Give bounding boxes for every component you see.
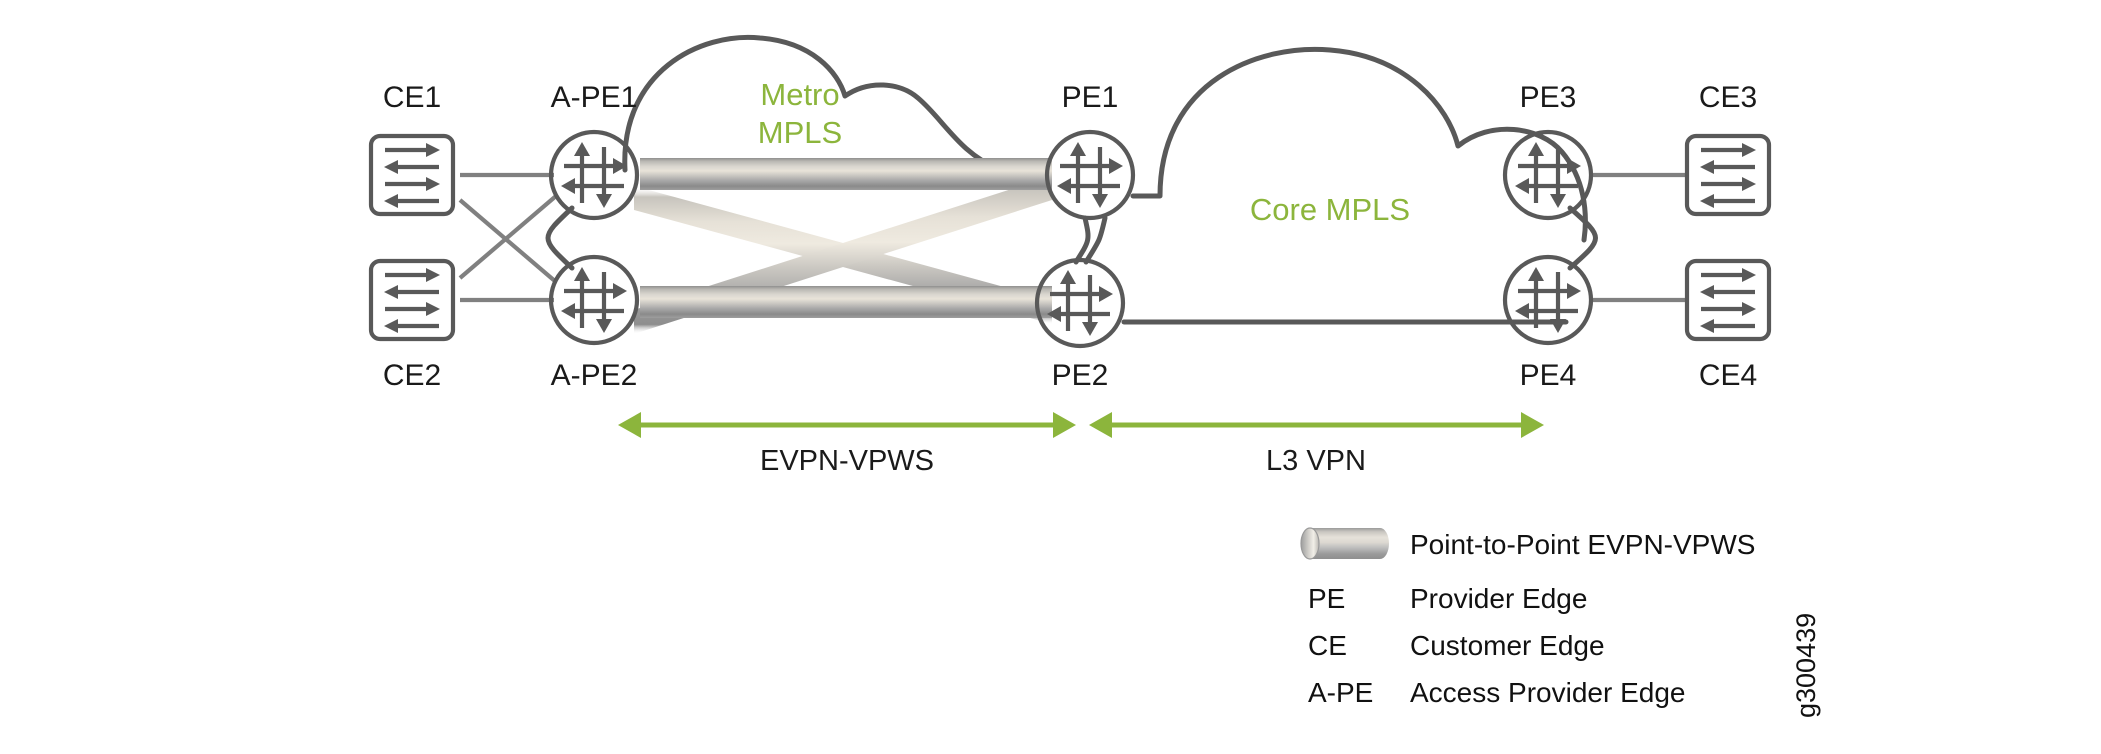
evpn-vpws-pipes	[634, 158, 1052, 334]
pipe-ape1-pe1	[640, 158, 1052, 190]
access-links	[458, 172, 558, 303]
node-pe1[interactable]: PE1	[1047, 81, 1133, 218]
pipe-ape2-pe2	[640, 286, 1052, 318]
metro-mpls-cloud: Metro MPLS	[622, 34, 1003, 173]
switch-icon	[371, 136, 453, 214]
link-pe1-pe2-left	[1073, 215, 1091, 265]
node-label-ce3: CE3	[1699, 81, 1757, 114]
node-ape2[interactable]: A-PE2	[551, 257, 638, 392]
span-label-evpn-vpws: EVPN-VPWS	[760, 445, 934, 477]
figure-id-watermark: g300439	[1791, 613, 1821, 718]
span-label-l3vpn: L3 VPN	[1266, 445, 1366, 477]
link-ce2-ape1	[458, 194, 558, 280]
node-label-ce4: CE4	[1699, 359, 1757, 392]
switch-icon	[1687, 136, 1769, 214]
router-icon	[551, 132, 637, 218]
diagram-canvas: Metro MPLS Core MPLS CE1 CE2 A-PE1 A-PE2…	[0, 0, 2101, 754]
node-ce3[interactable]: CE3	[1687, 81, 1769, 214]
span-evpn-vpws: EVPN-VPWS	[618, 412, 1076, 477]
network-topology-diagram: Metro MPLS Core MPLS CE1 CE2 A-PE1 A-PE2…	[0, 34, 1821, 718]
legend: Point-to-Point EVPN-VPWS PE Provider Edg…	[1300, 527, 1755, 708]
legend-item-pipe: Point-to-Point EVPN-VPWS	[1300, 527, 1755, 560]
legend-item-ce: CE Customer Edge	[1308, 630, 1605, 661]
node-ce4[interactable]: CE4	[1687, 261, 1769, 392]
node-label-pe3: PE3	[1520, 81, 1577, 114]
router-icon	[1505, 257, 1591, 343]
switch-icon	[1687, 261, 1769, 339]
switch-icon	[371, 261, 453, 339]
node-label-pe1: PE1	[1062, 81, 1119, 114]
pipe-cylinder-icon	[1300, 527, 1389, 560]
router-icon	[1047, 132, 1133, 218]
legend-desc-pipe: Point-to-Point EVPN-VPWS	[1410, 529, 1755, 560]
node-label-ce2: CE2	[383, 359, 441, 392]
link-ce1-ape2	[458, 198, 558, 284]
node-label-pe4: PE4	[1520, 359, 1577, 392]
node-ce2[interactable]: CE2	[371, 261, 453, 392]
span-arrowhead-left	[1089, 412, 1112, 438]
span-l3vpn: L3 VPN	[1089, 412, 1544, 477]
legend-abbr-pe: PE	[1308, 583, 1345, 614]
router-icon	[551, 257, 637, 343]
node-pe2[interactable]: PE2	[1037, 260, 1123, 392]
metro-cloud-label-line2: MPLS	[758, 115, 842, 150]
span-arrowhead-left	[618, 412, 641, 438]
legend-abbr-ce: CE	[1308, 630, 1347, 661]
metro-cloud-label-line1: Metro	[760, 77, 839, 112]
node-label-pe2: PE2	[1052, 359, 1109, 392]
legend-item-a-pe: A-PE Access Provider Edge	[1308, 677, 1685, 708]
node-label-ape2: A-PE2	[551, 359, 638, 392]
core-cloud-label: Core MPLS	[1250, 192, 1410, 227]
node-ce1[interactable]: CE1	[371, 81, 453, 214]
legend-desc-pe: Provider Edge	[1410, 583, 1587, 614]
node-pe3[interactable]: PE3	[1505, 81, 1591, 218]
node-label-ce1: CE1	[383, 81, 441, 114]
node-label-ape1: A-PE1	[551, 81, 638, 114]
legend-desc-ce: Customer Edge	[1410, 630, 1605, 661]
link-ape1-ape2	[545, 205, 575, 271]
span-arrowhead-right	[1053, 412, 1076, 438]
legend-abbr-a-pe: A-PE	[1308, 677, 1373, 708]
legend-desc-a-pe: Access Provider Edge	[1410, 677, 1685, 708]
span-arrowhead-right	[1521, 412, 1544, 438]
legend-item-pe: PE Provider Edge	[1308, 583, 1587, 614]
